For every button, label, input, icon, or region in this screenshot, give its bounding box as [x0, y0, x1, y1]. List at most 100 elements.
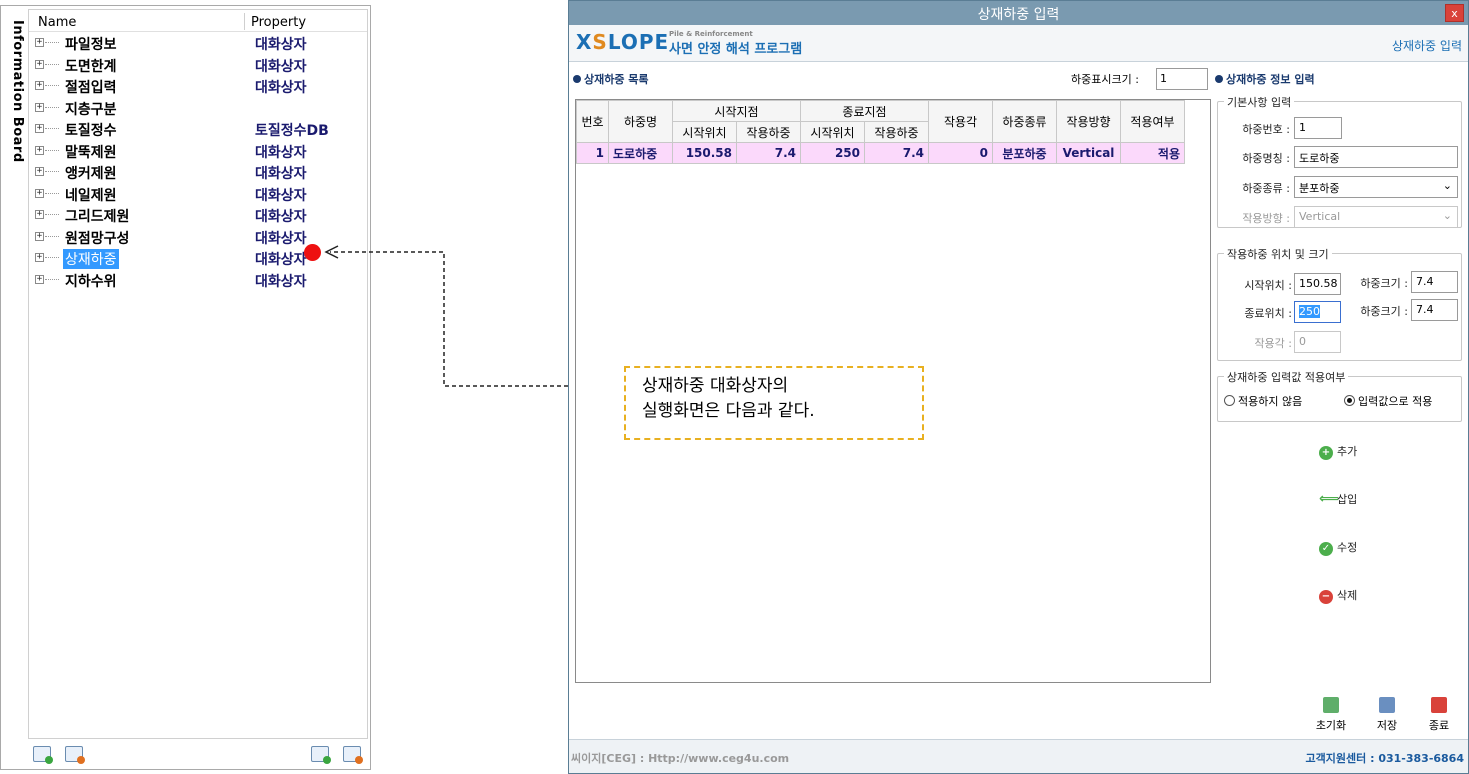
delete-button[interactable]: − 삭제	[1319, 587, 1357, 604]
tree-item-property[interactable]: 대화상자	[255, 34, 307, 54]
company-url[interactable]: 씨이지[CEG] : Http://www.ceg4u.com	[571, 750, 789, 766]
tree-item[interactable]: + 파일정보 대화상자	[29, 32, 367, 54]
tree-item-property[interactable]: 대화상자	[255, 56, 307, 76]
expand-icon[interactable]: +	[35, 81, 44, 90]
column-separator[interactable]	[244, 13, 245, 30]
header-start-load[interactable]: 작용하중	[736, 121, 801, 143]
insert-button[interactable]: ⟸삽입	[1319, 491, 1357, 507]
expand-icon[interactable]: +	[35, 188, 44, 198]
tree-item[interactable]: + 원점망구성 대화상자	[29, 226, 367, 248]
reset-button[interactable]: 초기화	[1311, 697, 1351, 733]
tree-item-name[interactable]: 상재하중	[63, 249, 119, 269]
header-end[interactable]: 종료지점	[800, 100, 929, 122]
end-position-field[interactable]: 250	[1294, 301, 1341, 323]
grid-add-icon[interactable]	[311, 746, 331, 764]
load-no-field[interactable]: 1	[1294, 117, 1342, 139]
header-end-load[interactable]: 작용하중	[864, 121, 929, 143]
load-size-input[interactable]: 1	[1156, 68, 1208, 90]
load-name-field[interactable]: 도로하중	[1294, 146, 1458, 168]
tree-item-property[interactable]: 대화상자	[255, 206, 307, 226]
tree-item-name[interactable]: 말뚝제원	[63, 142, 119, 162]
grid-remove-icon[interactable]	[343, 746, 363, 764]
angle-field[interactable]: 0	[1294, 331, 1341, 353]
header-apply[interactable]: 적용여부	[1120, 100, 1185, 143]
tree-item-property[interactable]: 대화상자	[255, 228, 307, 248]
tree-item[interactable]: + 토질정수 토질정수DB	[29, 118, 367, 140]
tree-item-name[interactable]: 네일제원	[63, 185, 119, 205]
tree-item-name[interactable]: 파일정보	[63, 34, 119, 54]
cell-direction[interactable]: Vertical	[1056, 142, 1121, 164]
tree-item-property[interactable]: 대화상자	[255, 163, 307, 183]
start-size-field[interactable]: 7.4	[1411, 271, 1458, 293]
tree-item-name[interactable]: 앵커제원	[63, 163, 119, 183]
tree-item-name[interactable]: 지하수위	[63, 271, 119, 291]
add-button[interactable]: + 추가	[1319, 443, 1357, 460]
cell-start-load[interactable]: 7.4	[736, 142, 801, 164]
header-name[interactable]: 하중명	[608, 100, 673, 143]
tree-item[interactable]: + 도면한계 대화상자	[29, 54, 367, 76]
exit-button[interactable]: 종료	[1419, 697, 1459, 733]
dialog-titlebar[interactable]: 상재하중 입력 x	[569, 1, 1468, 25]
remove-layer-icon[interactable]	[65, 746, 85, 764]
direction-select[interactable]: Vertical ⌄	[1294, 206, 1458, 228]
cell-type[interactable]: 분포하중	[992, 142, 1057, 164]
header-direction[interactable]: 작용방향	[1056, 100, 1121, 143]
header-start[interactable]: 시작지점	[672, 100, 801, 122]
edit-button[interactable]: ✓ 수정	[1319, 539, 1357, 556]
cell-name[interactable]: 도로하중	[608, 142, 673, 164]
expand-icon[interactable]: +	[35, 59, 44, 69]
tree-item[interactable]: + 그리드제원 대화상자	[29, 204, 367, 226]
expand-icon[interactable]: +	[35, 124, 44, 133]
table-row[interactable]: 1 도로하중 150.58 7.4 250 7.4 0 분포하중 Vertica…	[576, 142, 1185, 164]
column-header-property[interactable]: Property	[251, 15, 306, 30]
tree-item-name[interactable]: 토질정수	[63, 120, 119, 140]
tree-item[interactable]: + 앵커제원 대화상자	[29, 161, 367, 183]
tree-item-property[interactable]: 토질정수DB	[255, 120, 329, 140]
tree-item-name[interactable]: 도면한계	[63, 56, 119, 76]
tree-item-property[interactable]: 대화상자	[255, 271, 307, 291]
expand-icon[interactable]: +	[35, 231, 44, 241]
cell-no[interactable]: 1	[576, 142, 609, 164]
cell-end-pos[interactable]: 250	[800, 142, 865, 164]
expand-icon[interactable]: +	[35, 145, 44, 155]
tree-connector	[45, 149, 59, 151]
column-header-name[interactable]: Name	[38, 15, 76, 30]
tree-item-property[interactable]: 대화상자	[255, 185, 307, 205]
cell-angle[interactable]: 0	[928, 142, 993, 164]
radio-apply-input[interactable]: 입력값으로 적용	[1344, 393, 1432, 409]
header-end-pos[interactable]: 시작위치	[800, 121, 865, 143]
cell-apply[interactable]: 적용	[1120, 142, 1185, 164]
radio-not-apply[interactable]: 적용하지 않음	[1224, 393, 1302, 409]
expand-icon[interactable]: +	[35, 167, 44, 176]
close-button[interactable]: x	[1445, 4, 1464, 22]
cell-end-load[interactable]: 7.4	[864, 142, 929, 164]
expand-icon[interactable]: +	[35, 210, 44, 219]
header-start-pos[interactable]: 시작위치	[672, 121, 737, 143]
tree-item-name[interactable]: 절점입력	[63, 77, 119, 97]
tree-item[interactable]: + 말뚝제원 대화상자	[29, 140, 367, 162]
end-size-field[interactable]: 7.4	[1411, 299, 1458, 321]
expand-icon[interactable]: +	[35, 38, 44, 47]
tree-item-property[interactable]: 대화상자	[255, 249, 307, 269]
start-size-label: 하중크기 :	[1360, 277, 1408, 290]
tree-item-property[interactable]: 대화상자	[255, 77, 307, 97]
cell-start-pos[interactable]: 150.58	[672, 142, 737, 164]
expand-icon[interactable]: +	[35, 253, 44, 262]
tree-item[interactable]: + 절점입력 대화상자	[29, 75, 367, 97]
load-type-select[interactable]: 분포하중 ⌄	[1294, 176, 1458, 198]
tree-item-name[interactable]: 지층구분	[63, 99, 119, 119]
tree-item[interactable]: + 지층구분	[29, 97, 367, 119]
tree-item-name[interactable]: 원점망구성	[63, 228, 131, 248]
header-angle[interactable]: 작용각	[928, 100, 993, 143]
tree-item-name[interactable]: 그리드제원	[63, 206, 131, 226]
expand-icon[interactable]: +	[35, 102, 44, 112]
expand-icon[interactable]: +	[35, 274, 44, 284]
header-type[interactable]: 하중종류	[992, 100, 1057, 143]
header-no[interactable]: 번호	[576, 100, 609, 143]
add-layer-icon[interactable]	[33, 746, 53, 764]
start-position-field[interactable]: 150.58	[1294, 273, 1341, 295]
save-button[interactable]: 저장	[1367, 697, 1407, 733]
tree-item-property[interactable]: 대화상자	[255, 142, 307, 162]
tree-item[interactable]: + 지하수위 대화상자	[29, 269, 367, 291]
tree-item[interactable]: + 네일제원 대화상자	[29, 183, 367, 205]
